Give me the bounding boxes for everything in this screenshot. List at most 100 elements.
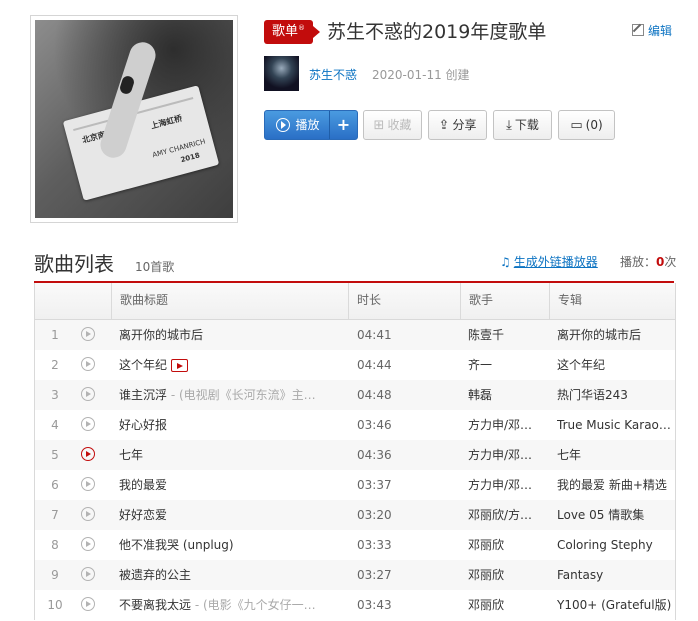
play-song-icon[interactable] — [81, 327, 95, 341]
play-button-group: 播放 + — [264, 110, 358, 140]
song-title[interactable]: 被遗弃的公主 — [119, 560, 351, 590]
song-album[interactable]: 这个年纪 — [557, 350, 671, 380]
song-count: 10首歌 — [135, 260, 175, 274]
song-duration: 03:43 — [357, 598, 392, 612]
col-title: 歌曲标题 — [111, 283, 357, 319]
created-date: 2020-01-11 创建 — [372, 68, 470, 82]
edit-icon — [632, 24, 644, 36]
song-album[interactable]: 离开你的城市后 — [557, 320, 671, 350]
song-title[interactable]: 不要离我太远 - (电影《九个女仔一… — [119, 590, 351, 620]
song-duration: 04:48 — [357, 388, 392, 402]
song-title[interactable]: 离开你的城市后 — [119, 320, 351, 350]
song-duration: 04:44 — [357, 358, 392, 372]
song-artist[interactable]: 邓丽欣/方… — [468, 500, 536, 530]
song-album[interactable]: Y100+ (Grateful版) — [557, 590, 671, 620]
song-number: 5 — [51, 448, 59, 462]
table-row[interactable]: 8 他不准我哭 (unplug) 03:33 邓丽欣 Coloring Step… — [35, 530, 675, 560]
song-album[interactable]: True Music Karao… — [557, 410, 671, 440]
song-duration: 04:41 — [357, 328, 392, 342]
song-album[interactable]: 七年 — [557, 440, 671, 470]
table-row[interactable]: 2 这个年纪 04:44 齐一 这个年纪 — [35, 350, 675, 380]
song-duration: 04:36 — [357, 448, 392, 462]
author-name[interactable]: 苏生不惑 — [309, 66, 357, 83]
play-song-icon[interactable] — [81, 387, 95, 401]
song-number: 4 — [51, 418, 59, 432]
song-table: 歌曲标题 时长 歌手 专辑 1 离开你的城市后 04:41 陈壹千 离开你的城市… — [34, 283, 676, 620]
collect-icon: ⊞ — [373, 118, 385, 133]
song-number: 10 — [47, 598, 63, 612]
play-song-icon[interactable] — [81, 507, 95, 521]
collect-button[interactable]: ⊞ 收藏 — [363, 110, 422, 140]
comment-button[interactable]: ▭ (0) — [558, 110, 615, 140]
cover-image: 北京南 上海虹桥 AMY CHANRICH 2018 — [35, 20, 233, 218]
table-row[interactable]: 10 不要离我太远 - (电影《九个女仔一… 03:43 邓丽欣 Y100+ (… — [35, 590, 675, 620]
play-song-icon[interactable] — [81, 477, 95, 491]
add-to-playlist-button[interactable]: + — [329, 111, 357, 139]
comment-icon: ▭ — [570, 118, 583, 133]
play-button[interactable]: 播放 — [265, 111, 331, 139]
table-row[interactable]: 9 被遗弃的公主 03:27 邓丽欣 Fantasy — [35, 560, 675, 590]
song-artist[interactable]: 韩磊 — [468, 380, 536, 410]
play-count: 播放：0次 — [620, 255, 677, 269]
song-title[interactable]: 好心好报 — [119, 410, 351, 440]
col-duration: 时长 — [348, 283, 468, 319]
song-number: 7 — [51, 508, 59, 522]
mv-icon[interactable] — [171, 359, 189, 372]
table-row[interactable]: 4 好心好报 03:46 方力申/邓… True Music Karao… — [35, 410, 675, 440]
song-artist[interactable]: 邓丽欣 — [468, 590, 536, 620]
table-row[interactable]: 3 谁主沉浮 - (电视剧《长河东流》主… 04:48 韩磊 热门华语243 — [35, 380, 675, 410]
song-title[interactable]: 他不准我哭 (unplug) — [119, 530, 351, 560]
song-artist[interactable]: 方力申/邓… — [468, 470, 536, 500]
table-row[interactable]: 5 七年 04:36 方力申/邓… 七年 — [35, 440, 675, 470]
song-artist[interactable]: 邓丽欣 — [468, 560, 536, 590]
play-song-icon[interactable] — [81, 537, 95, 551]
song-duration: 03:33 — [357, 538, 392, 552]
author-avatar[interactable] — [264, 56, 299, 91]
edit-link[interactable]: 编辑 — [632, 22, 672, 39]
col-album: 专辑 — [549, 283, 675, 319]
share-button[interactable]: ⇪ 分享 — [428, 110, 487, 140]
song-number: 2 — [51, 358, 59, 372]
song-number: 3 — [51, 388, 59, 402]
song-number: 6 — [51, 478, 59, 492]
song-artist[interactable]: 方力申/邓… — [468, 440, 536, 470]
song-title[interactable]: 这个年纪 — [119, 350, 351, 380]
download-icon: ⤓ — [506, 118, 512, 133]
song-album[interactable]: Love 05 情歌集 — [557, 500, 671, 530]
song-number: 8 — [51, 538, 59, 552]
song-album[interactable]: 我的最爱 新曲+精选 — [557, 470, 671, 500]
table-row[interactable]: 7 好好恋爱 03:20 邓丽欣/方… Love 05 情歌集 — [35, 500, 675, 530]
song-artist[interactable]: 邓丽欣 — [468, 530, 536, 560]
song-artist[interactable]: 齐一 — [468, 350, 536, 380]
song-album[interactable]: Fantasy — [557, 560, 671, 590]
playlist-cover: 北京南 上海虹桥 AMY CHANRICH 2018 — [30, 15, 238, 223]
ticket-to: 上海虹桥 — [149, 113, 184, 131]
download-button[interactable]: ⤓ 下载 — [493, 110, 552, 140]
song-album[interactable]: Coloring Stephy — [557, 530, 671, 560]
song-number: 1 — [51, 328, 59, 342]
song-title[interactable]: 好好恋爱 — [119, 500, 351, 530]
song-duration: 03:20 — [357, 508, 392, 522]
song-album[interactable]: 热门华语243 — [557, 380, 671, 410]
table-row[interactable]: 1 离开你的城市后 04:41 陈壹千 离开你的城市后 — [35, 320, 675, 350]
table-row[interactable]: 6 我的最爱 03:37 方力申/邓… 我的最爱 新曲+精选 — [35, 470, 675, 500]
song-artist[interactable]: 方力申/邓… — [468, 410, 536, 440]
play-circle-icon — [276, 118, 291, 132]
song-list-title: 歌曲列表 — [34, 252, 114, 276]
play-song-icon[interactable] — [81, 597, 95, 611]
play-song-icon[interactable] — [81, 447, 95, 461]
playlist-title: 苏生不惑的2019年度歌单 — [327, 21, 547, 43]
generate-player-link[interactable]: ♫ 生成外链播放器 — [500, 253, 598, 270]
song-title[interactable]: 谁主沉浮 - (电视剧《长河东流》主… — [119, 380, 351, 410]
music-note-icon: ♫ — [500, 255, 511, 269]
ticket-year: 2018 — [179, 151, 201, 165]
song-title[interactable]: 我的最爱 — [119, 470, 351, 500]
song-artist[interactable]: 陈壹千 — [468, 320, 536, 350]
song-duration: 03:37 — [357, 478, 392, 492]
play-song-icon[interactable] — [81, 357, 95, 371]
song-duration: 03:27 — [357, 568, 392, 582]
play-song-icon[interactable] — [81, 567, 95, 581]
song-title[interactable]: 七年 — [119, 440, 351, 470]
table-header: 歌曲标题 时长 歌手 专辑 — [35, 283, 675, 320]
play-song-icon[interactable] — [81, 417, 95, 431]
